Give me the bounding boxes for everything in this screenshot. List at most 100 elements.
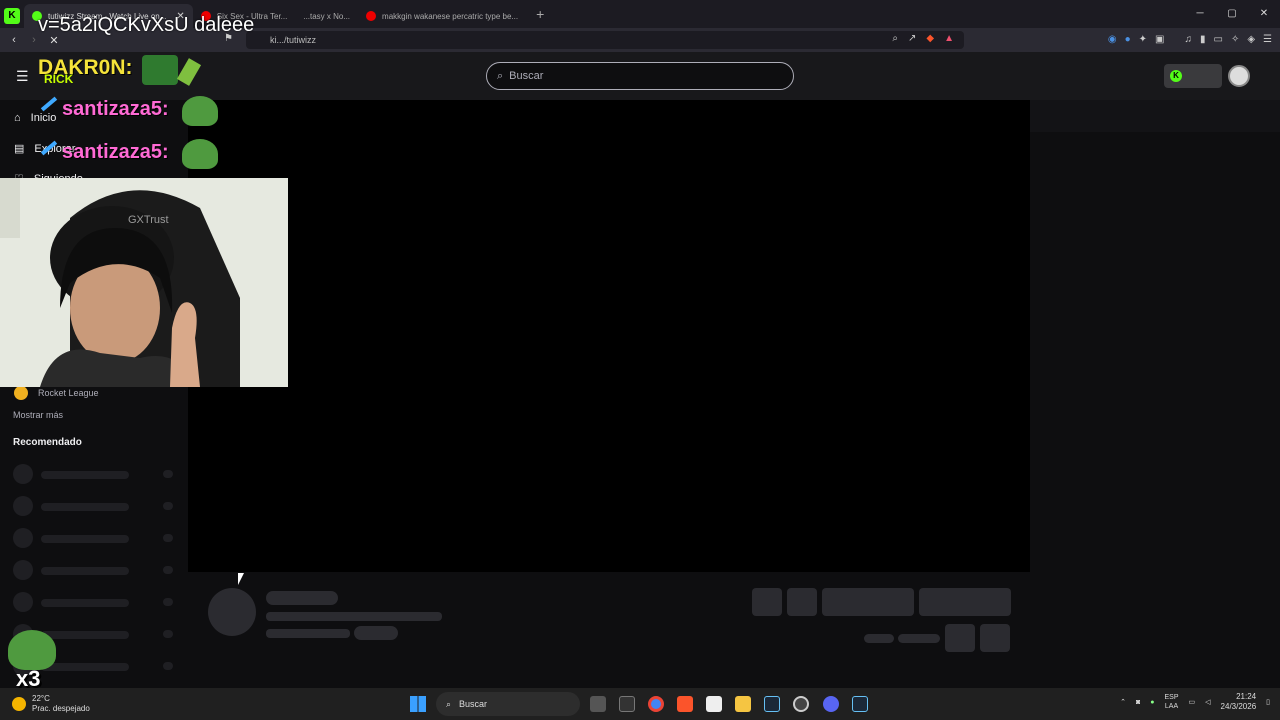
list-item[interactable] — [13, 464, 177, 484]
music-icon[interactable]: ♫ — [1184, 34, 1192, 45]
language-indicator[interactable]: ESP LAA — [1165, 693, 1179, 711]
vpn-icon[interactable]: ● — [1125, 34, 1131, 45]
sidebar-icon[interactable]: ▮ — [1200, 34, 1206, 45]
tab[interactable]: makkgin wakanese percatric type be... — [358, 4, 526, 28]
back-button[interactable]: ‹ — [4, 34, 24, 46]
taskbar-search-label: Buscar — [459, 699, 488, 709]
close-window-button[interactable]: ✕ — [1248, 0, 1280, 28]
steam-icon[interactable] — [764, 696, 780, 712]
chat-overlay-subtext: RICK — [44, 72, 74, 86]
home-icon: ⌂ — [14, 112, 21, 124]
weather-widget[interactable]: 22°C Prac. despejado — [12, 694, 90, 714]
network-icon[interactable]: ▭ — [1189, 698, 1196, 706]
explore-icon: ▤ — [14, 143, 25, 155]
wallet-icon[interactable]: ▭ — [1213, 34, 1222, 45]
tab[interactable]: ...tasy x No... — [295, 4, 358, 28]
brave-shield-icon[interactable]: ◆ — [926, 33, 934, 44]
brave-rewards-icon[interactable]: ▲ — [944, 33, 954, 44]
chat-panel-header — [1030, 100, 1280, 132]
discord-icon[interactable] — [823, 696, 839, 712]
webcam-image: GXTrust — [0, 178, 288, 387]
url-actions: ⌕ ↗ ◆ ▲ — [892, 33, 954, 44]
share-icon[interactable]: ↗ — [908, 33, 916, 44]
microphone-icon[interactable]: ● — [1150, 699, 1154, 706]
search-input[interactable]: ⌕ Buscar — [486, 62, 794, 90]
brave-icon[interactable] — [677, 696, 693, 712]
extension-icons: ◉ ● ✦ ▣ ♫ ▮ ▭ ✧ ◈ ☰ — [1108, 34, 1272, 45]
url-field[interactable]: ki.../tutiwizz ⌕ ↗ ◆ ▲ — [246, 31, 964, 49]
zoom-icon[interactable]: ⌕ — [892, 33, 898, 44]
search-icon: ⌕ — [446, 698, 452, 709]
skeleton-button — [980, 624, 1010, 652]
folder-icon[interactable] — [735, 696, 751, 712]
weather-temp: 22°C — [32, 694, 50, 703]
chrome-icon[interactable] — [648, 696, 664, 712]
screenshot-icon[interactable]: ▣ — [1155, 34, 1164, 45]
extensions-icon[interactable]: ✦ — [1139, 34, 1147, 45]
language-top: ESP — [1164, 694, 1179, 701]
pepe-emote-icon — [142, 55, 178, 85]
audio-icon[interactable]: ◉ — [1108, 34, 1117, 45]
skeleton-bar — [864, 634, 894, 643]
search-placeholder: Buscar — [509, 70, 544, 82]
overlay-url-text: v=5a2iQCKvXsU daleee — [38, 14, 255, 36]
taskbar-search[interactable]: ⌕ Buscar — [436, 692, 580, 716]
youtube-favicon-icon — [366, 11, 377, 21]
menu-toggle-icon[interactable]: ☰ — [16, 68, 29, 85]
skeleton-bar — [898, 634, 940, 643]
leo-icon[interactable]: ✧ — [1231, 34, 1239, 45]
skeleton-bar — [266, 591, 338, 605]
skeleton-bar — [266, 612, 442, 621]
system-tray: ⌃ ◙ ● ESP LAA ▭ ◁ 21:24 24/3/2026 ▯ — [1120, 692, 1270, 712]
pepe-emote-icon — [8, 630, 56, 670]
tab-label: makkgin wakanese percatric type be... — [382, 11, 519, 21]
epic-games-icon[interactable] — [619, 696, 635, 712]
streamer-avatar-placeholder — [208, 588, 256, 636]
sidebar-item-inicio[interactable]: ⌂ Inicio — [14, 112, 56, 124]
chat-overlay-name-2: santizaza5: — [62, 98, 169, 120]
notification-icon[interactable]: ▯ — [1266, 698, 1270, 706]
minimize-button[interactable]: ─ — [1184, 0, 1216, 28]
mouse-cursor-icon — [238, 573, 244, 585]
list-item[interactable] — [13, 560, 177, 580]
category-label: Rocket League — [38, 388, 99, 398]
list-item[interactable] — [13, 528, 177, 548]
skeleton-bar — [354, 626, 398, 640]
clock-time: 21:24 — [1236, 692, 1257, 701]
video-player[interactable] — [188, 100, 1030, 572]
file-icon[interactable] — [590, 696, 606, 712]
chevron-up-icon[interactable]: ⌃ — [1120, 698, 1126, 706]
recommended-header: Recomendado — [13, 437, 82, 448]
skeleton-button — [787, 588, 817, 616]
steam-icon[interactable] — [852, 696, 868, 712]
windows-taskbar: 22°C Prac. despejado ⌕ Buscar ⌃ ◙ ● ESP … — [0, 688, 1280, 720]
new-tab-button[interactable]: + — [536, 6, 544, 22]
menu-icon[interactable]: ☰ — [1263, 34, 1272, 45]
kick-logo-tab[interactable]: K — [0, 4, 24, 28]
webcam-overlay: GXTrust — [0, 178, 288, 387]
sidebar-item-rocket-league[interactable]: Rocket League — [14, 386, 99, 400]
weather-desc: Prac. despejado — [32, 704, 90, 713]
windows-start-icon[interactable] — [410, 696, 426, 712]
kick-logo-icon: K — [4, 8, 20, 24]
language-bottom: LAA — [1164, 703, 1179, 710]
maximize-button[interactable]: ▢ — [1216, 0, 1248, 28]
sidebar-item-label: Inicio — [30, 112, 57, 124]
store-icon[interactable] — [706, 696, 722, 712]
shield-icon[interactable]: ◈ — [1247, 34, 1255, 45]
skeleton-button — [945, 624, 975, 652]
app-icon[interactable] — [793, 696, 809, 712]
skeleton-button — [919, 588, 1011, 616]
skeleton-bar — [266, 629, 350, 638]
skeleton-button — [822, 588, 914, 616]
list-item[interactable] — [13, 592, 177, 612]
volume-icon[interactable]: ◁ — [1205, 698, 1210, 706]
clock[interactable]: 21:24 24/3/2026 — [1221, 692, 1257, 712]
clock-date: 24/3/2026 — [1220, 702, 1257, 711]
show-more-link[interactable]: Mostrar más — [13, 410, 63, 420]
user-avatar[interactable] — [1228, 65, 1250, 87]
list-item[interactable] — [13, 496, 177, 516]
weather-icon — [12, 697, 26, 711]
kick-app-button[interactable]: K — [1164, 64, 1222, 88]
discord-tray-icon[interactable]: ◙ — [1136, 699, 1140, 706]
